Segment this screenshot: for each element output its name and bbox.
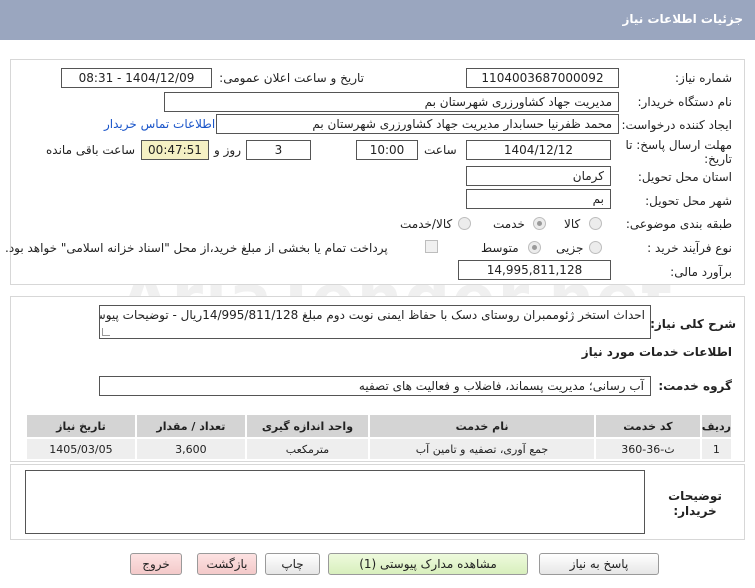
service-group-field: آب رسانی؛ مدیریت پسماند، فاضلاب و فعالیت… <box>99 376 651 396</box>
deadline-label: مهلت ارسال پاسخ: تا تاریخ: <box>625 138 732 166</box>
cell-need-date: 1405/03/05 <box>25 437 137 461</box>
view-documents-button[interactable]: مشاهده مدارک پیوستی (1) <box>328 553 528 575</box>
process-radio-minor[interactable] <box>589 241 602 254</box>
payment-note: پرداخت تمام یا بخشی از مبلغ خرید،از محل … <box>5 241 388 255</box>
category-label: طبقه بندی موضوعی: <box>625 217 732 231</box>
creator-field: محمد ظفرنیا حسابدار مدیریت جهاد کشاورزری… <box>216 114 619 134</box>
table-row: 1 ث-36-360 جمع آوری، تصفیه و تامین آب مت… <box>25 437 734 461</box>
services-section-title: اطلاعات خدمات مورد نیاز <box>581 345 732 359</box>
back-button[interactable]: بازگشت <box>197 553 257 575</box>
print-button[interactable]: چاپ <box>265 553 320 575</box>
treasury-checkbox[interactable] <box>425 240 438 253</box>
need-number-field: 1104003687000092 <box>466 68 619 88</box>
remaining-time-field: 00:47:51 <box>141 140 209 160</box>
buyer-org-label: نام دستگاه خریدار: <box>637 95 733 109</box>
cell-unit: مترمکعب <box>244 437 370 461</box>
cell-quantity: 3,600 <box>134 437 247 461</box>
deadline-time-label: ساعت <box>424 143 457 157</box>
budget-label: برآورد مالی: <box>670 265 732 279</box>
buyer-notes-panel: توضیحات خریدار: <box>10 464 745 540</box>
creator-label: ایجاد کننده درخواست: <box>621 118 732 132</box>
need-number-label: شماره نیاز: <box>675 71 732 85</box>
table-header-row: ردیف کد خدمت نام خدمت واحد اندازه گیری ت… <box>25 413 734 439</box>
category-radio-goods-service[interactable] <box>458 217 471 230</box>
buyer-notes-label: توضیحات خریدار: <box>668 489 722 518</box>
budget-field: 14,995,811,128 <box>458 260 611 280</box>
buyer-contact-link[interactable]: اطلاعات تماس خریدار <box>104 117 215 131</box>
days-field: 3 <box>246 140 311 160</box>
category-option-goods: کالا <box>564 217 581 231</box>
cell-service-code: ث-36-360 <box>594 437 702 461</box>
province-field: کرمان <box>466 166 611 186</box>
category-radio-goods[interactable] <box>589 217 602 230</box>
remaining-label: ساعت باقی مانده <box>46 143 136 157</box>
buyer-notes-text <box>26 471 644 475</box>
announce-label: تاریخ و ساعت اعلان عمومی: <box>219 71 364 85</box>
city-label: شهر محل تحویل: <box>645 194 732 208</box>
services-table: ردیف کد خدمت نام خدمت واحد اندازه گیری ت… <box>25 413 734 461</box>
deadline-date-field: 1404/12/12 <box>466 140 611 160</box>
deadline-time-field: 10:00 <box>356 140 418 160</box>
exit-button[interactable]: خروج <box>130 553 182 575</box>
col-need-date: تاریخ نیاز <box>25 413 137 439</box>
col-unit: واحد اندازه گیری <box>244 413 370 439</box>
cell-service-name: جمع آوری، تصفیه و تامین آب <box>367 437 597 461</box>
services-panel: شرح کلی نیاز: احداث استخر ژئوممبران روست… <box>10 296 745 462</box>
buyer-org-field: مدیریت جهاد کشاورزری شهرستان بم <box>164 92 619 112</box>
col-quantity: تعداد / مقدار <box>134 413 247 439</box>
reply-button[interactable]: پاسخ به نیاز <box>539 553 659 575</box>
province-label: استان محل تحویل: <box>637 170 732 184</box>
description-field: احداث استخر ژئوممبران روستای دسک با حفاظ… <box>99 305 651 339</box>
days-label: روز و <box>214 143 241 157</box>
category-option-goods-service: کالا/خدمت <box>400 217 453 231</box>
category-option-service: خدمت <box>493 217 525 231</box>
resize-grip[interactable] <box>102 328 110 336</box>
page-header: جزئیات اطلاعات نیاز <box>0 0 755 40</box>
description-label: شرح کلی نیاز: <box>650 317 736 331</box>
col-service-code: کد خدمت <box>594 413 702 439</box>
announce-field: 1404/12/09 - 08:31 <box>61 68 212 88</box>
description-text: احداث استخر ژئوممبران روستای دسک با حفاظ… <box>100 308 645 322</box>
buyer-notes-field <box>25 470 645 534</box>
category-radio-service[interactable] <box>533 217 546 230</box>
col-service-name: نام خدمت <box>367 413 597 439</box>
need-info-panel: شماره نیاز: 1104003687000092 تاریخ و ساع… <box>5 59 745 285</box>
process-option-minor: جزیی <box>556 241 584 255</box>
process-option-medium: متوسط <box>481 241 519 255</box>
cell-row: 1 <box>699 437 734 461</box>
city-field: بم <box>466 189 611 209</box>
page-title: جزئیات اطلاعات نیاز <box>622 12 743 26</box>
process-radio-medium[interactable] <box>528 241 541 254</box>
process-label: نوع فرآیند خرید : <box>647 241 732 255</box>
col-row: ردیف <box>699 413 734 439</box>
service-group-label: گروه خدمت: <box>658 379 732 393</box>
